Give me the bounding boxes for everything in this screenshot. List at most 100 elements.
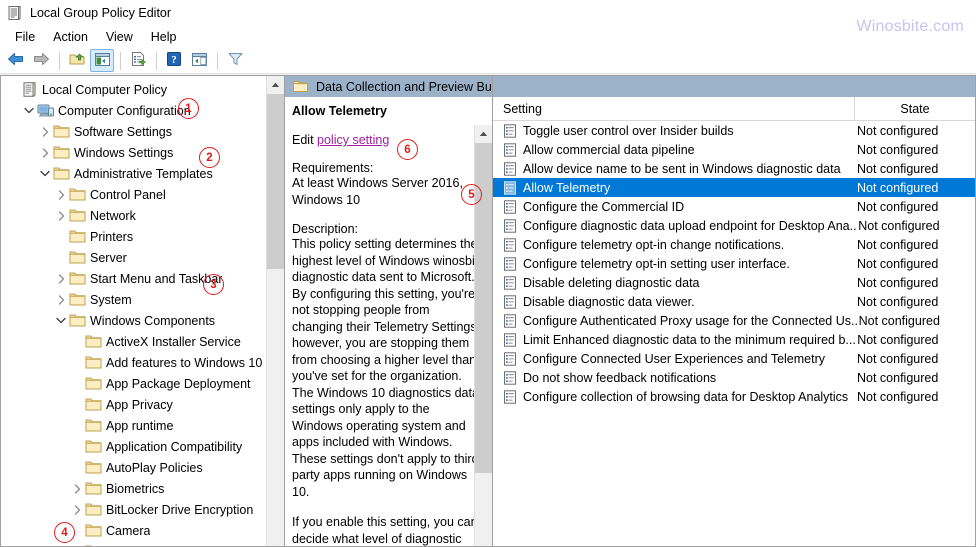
annotation-marker-3: 3: [203, 274, 224, 295]
menu-action[interactable]: Action: [44, 28, 97, 46]
policy-setting-icon: [503, 199, 517, 214]
tree-node-label: Local Computer Policy: [42, 82, 168, 97]
tree-node[interactable]: BitLocker Drive Encryption: [3, 499, 266, 520]
tree-node-label: Control Panel: [90, 187, 166, 202]
edit-policy-setting-link[interactable]: policy setting: [317, 133, 389, 147]
settings-row-label: Configure telemetry opt-in setting user …: [523, 256, 790, 271]
chevron-right-icon[interactable]: [53, 208, 69, 224]
tree-node[interactable]: Network: [3, 205, 266, 226]
settings-list-row[interactable]: Configure telemetry opt-in change notifi…: [493, 235, 975, 254]
settings-list-row[interactable]: Disable diagnostic data viewer. Not confi…: [493, 292, 975, 311]
folder-icon: [85, 502, 102, 517]
folder-icon: [69, 313, 86, 328]
settings-list-row[interactable]: Configure collection of browsing data fo…: [493, 387, 975, 406]
settings-row-state: Not configured: [858, 313, 940, 328]
settings-list-row[interactable]: Configure diagnostic data upload endpoin…: [493, 216, 975, 235]
settings-list-row[interactable]: Configure telemetry opt-in setting user …: [493, 254, 975, 273]
settings-list-row[interactable]: Configure Authenticated Proxy usage for …: [493, 311, 975, 330]
tree-node-label: System: [90, 292, 132, 307]
chevron-right-icon[interactable]: [37, 124, 53, 140]
description-line: decide what level of diagnostic: [292, 531, 462, 546]
tree-node[interactable]: App Privacy: [3, 394, 266, 415]
column-header-state[interactable]: State: [855, 97, 975, 121]
tree-node[interactable]: ActiveX Installer Service: [3, 331, 266, 352]
tree-node[interactable]: Windows Settings: [3, 142, 266, 163]
column-header-setting[interactable]: Setting: [493, 96, 855, 121]
requirements-label: Requirements:: [292, 161, 374, 175]
folder-icon: [69, 208, 86, 223]
settings-list-row[interactable]: Allow Telemetry Not configured: [493, 178, 975, 197]
scroll-up-icon[interactable]: [267, 76, 284, 94]
tree-node[interactable]: Camera: [3, 520, 266, 541]
tree-node[interactable]: Computer Configuration: [3, 100, 266, 121]
description-line: highest level of Windows winosbite: [292, 253, 486, 268]
toolbar-filter-button[interactable]: [223, 49, 247, 72]
chevron-right-icon[interactable]: [69, 502, 85, 518]
description-line: settings only apply to the: [292, 402, 430, 416]
menu-help[interactable]: Help: [142, 28, 186, 46]
toolbar-console-tree-button[interactable]: [90, 49, 114, 72]
settings-list-row[interactable]: Toggle user control over Insider builds N…: [493, 121, 975, 140]
tree-node[interactable]: App Package Deployment: [3, 373, 266, 394]
help-icon: ?: [166, 51, 182, 70]
chevron-right-icon[interactable]: [37, 145, 53, 161]
tree-node[interactable]: AutoPlay Policies: [3, 457, 266, 478]
settings-row-setting-cell: Allow commercial data pipeline: [493, 143, 855, 157]
toolbar-separator-4: [217, 51, 218, 70]
chevron-down-icon[interactable]: [21, 103, 37, 119]
window-title: Local Group Policy Editor: [30, 6, 172, 20]
tree-node[interactable]: Start Menu and Taskbar: [3, 268, 266, 289]
menu-file[interactable]: File: [6, 28, 44, 46]
settings-list-row[interactable]: Disable deleting diagnostic data Not conf…: [493, 273, 975, 292]
toolbar-action-pane-button[interactable]: [187, 49, 211, 72]
tree-node[interactable]: Add features to Windows 10: [3, 352, 266, 373]
policy-setting-icon: [503, 275, 517, 290]
tree-node[interactable]: Cloud Content: [3, 541, 266, 546]
chevron-right-icon[interactable]: [53, 292, 69, 308]
folder-icon: [85, 481, 102, 496]
chevron-down-icon[interactable]: [53, 313, 69, 329]
folder-icon: [85, 334, 102, 349]
chevron-right-icon[interactable]: [53, 271, 69, 287]
tree-node-label: Software Settings: [74, 124, 172, 139]
tree-vertical-scrollbar[interactable]: [266, 76, 284, 546]
tree-node[interactable]: Biometrics: [3, 478, 266, 499]
settings-list-row[interactable]: Allow commercial data pipeline Not config…: [493, 140, 975, 159]
tree-node[interactable]: Control Panel: [3, 184, 266, 205]
policy-setting-icon: [503, 351, 517, 366]
settings-row-state: Not configured: [857, 123, 939, 138]
chevron-right-icon[interactable]: [53, 187, 69, 203]
settings-row-setting-cell: Configure the Commercial ID: [493, 200, 855, 214]
settings-list-row[interactable]: Configure the Commercial ID Not configure…: [493, 197, 975, 216]
chevron-down-icon[interactable]: [37, 166, 53, 182]
settings-list-row[interactable]: Limit Enhanced diagnostic data to the mi…: [493, 330, 975, 349]
tree-node[interactable]: App runtime: [3, 415, 266, 436]
tree-node[interactable]: Software Settings: [3, 121, 266, 142]
tree-node[interactable]: Windows Components: [3, 310, 266, 331]
tree-node[interactable]: System: [3, 289, 266, 310]
edit-policy-line: Edit policy setting: [292, 133, 484, 147]
details-scroll-up-icon[interactable]: [475, 125, 492, 143]
tree-node[interactable]: Administrative Templates: [3, 163, 266, 184]
toolbar-help-button[interactable]: ?: [162, 49, 186, 72]
toolbar-up-one-level-button[interactable]: [65, 49, 89, 72]
tree-node[interactable]: Local Computer Policy: [3, 79, 266, 100]
back-icon: [7, 51, 25, 70]
tree-node[interactable]: Server: [3, 247, 266, 268]
tree-scrollbar-thumb[interactable]: [267, 94, 284, 269]
toolbar-export-list-button[interactable]: [126, 49, 150, 72]
tree-node[interactable]: Application Compatibility: [3, 436, 266, 457]
settings-list-row[interactable]: Do not show feedback notifications Not co…: [493, 368, 975, 387]
folder-icon: [293, 80, 308, 93]
show-hide-console-tree-icon: [94, 52, 111, 70]
settings-list-header: Setting State: [493, 96, 975, 121]
tree-node[interactable]: Printers: [3, 226, 266, 247]
toolbar-back-button[interactable]: [4, 49, 28, 72]
toolbar-forward-button[interactable]: [29, 49, 53, 72]
settings-list-row[interactable]: Allow device name to be sent in Windows …: [493, 159, 975, 178]
policy-setting-icon: [503, 256, 517, 271]
settings-list-row[interactable]: Configure Connected User Experiences and…: [493, 349, 975, 368]
chevron-right-icon[interactable]: [69, 481, 85, 497]
menu-view[interactable]: View: [97, 28, 142, 46]
description-line: from choosing a higher level than: [292, 352, 477, 367]
